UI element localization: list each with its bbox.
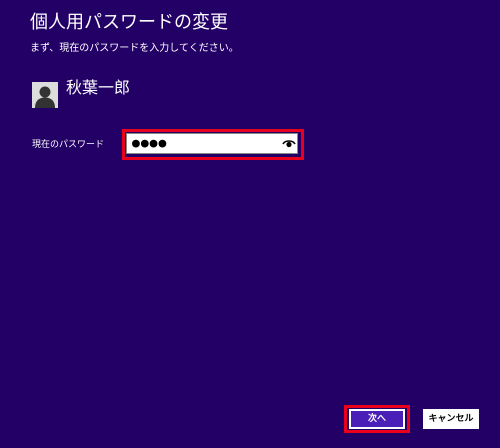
instruction-text: まず、現在のパスワードを入力してください。 — [30, 43, 239, 54]
user-silhouette-icon — [32, 82, 58, 108]
eye-icon[interactable] — [282, 137, 296, 149]
current-password-input[interactable]: ●●●● — [126, 133, 298, 154]
user-name: 秋葉一郎 — [66, 78, 131, 97]
password-field-highlight: ●●●● — [122, 129, 304, 160]
avatar — [32, 82, 58, 108]
current-password-label: 現在のパスワード — [32, 140, 105, 150]
page-title: 個人用パスワードの変更 — [30, 12, 228, 33]
next-button[interactable]: 次へ — [349, 409, 405, 429]
cancel-button[interactable]: キャンセル — [423, 409, 479, 429]
